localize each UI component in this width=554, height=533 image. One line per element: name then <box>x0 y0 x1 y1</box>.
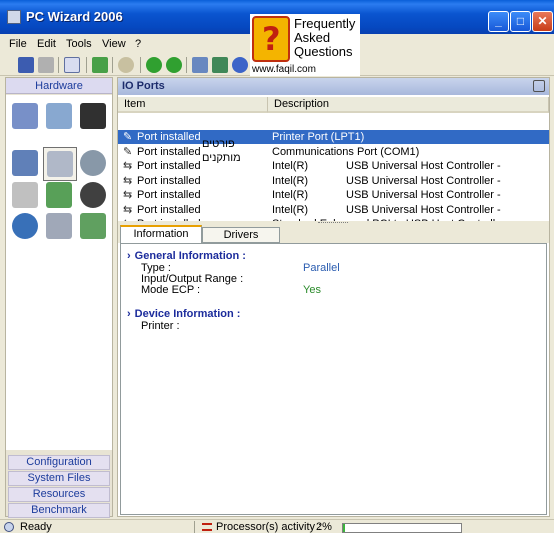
port-icon: ✎ <box>123 145 133 158</box>
row-description: Intel(R) <box>272 203 309 216</box>
column-header-description[interactable]: Description <box>268 97 549 113</box>
nav-system-files[interactable]: System Files <box>8 471 110 486</box>
cpu-activity-icon <box>202 523 212 531</box>
row-description: Intel(R) <box>272 189 309 201</box>
nav-benchmark[interactable]: Benchmark <box>8 503 110 518</box>
row-item: Port installed <box>137 203 201 216</box>
status-ready: Ready <box>20 521 52 533</box>
table-row[interactable]: ⇆ Port installed Intel(R) USB Universal Hos… <box>118 188 549 202</box>
faq-logo: ? Frequently Asked Questions www.faqil.c… <box>250 14 360 76</box>
menu-file[interactable]: File <box>9 38 27 50</box>
general-info-title[interactable]: General Information : <box>127 250 246 262</box>
audio-icon[interactable] <box>80 182 106 208</box>
tab-information[interactable]: Information <box>120 225 202 243</box>
status-icon <box>4 522 14 532</box>
table-row[interactable]: ✎ Port installed Printer Port (LPT1) <box>118 130 549 144</box>
maximize-button[interactable]: □ <box>510 11 531 32</box>
printer-label: Printer : <box>141 320 180 332</box>
table-row[interactable]: ⇆ Port installed Intel(R) USB Universal Hos… <box>118 203 549 217</box>
table-row[interactable]: ⇆ Port installed Intel(R) USB Universal Hos… <box>118 159 549 173</box>
forward-icon[interactable] <box>166 57 182 73</box>
copy-icon[interactable] <box>64 57 80 73</box>
row-description-detail: USB Universal Host Controller - <box>346 174 501 187</box>
information-panel: General Information : Type : Parallel In… <box>120 243 547 515</box>
tab-drivers[interactable]: Drivers <box>202 227 280 243</box>
nav-resources[interactable]: Resources <box>8 487 110 502</box>
port-icon: ⇆ <box>123 160 133 172</box>
row-item: Port installed <box>137 174 201 187</box>
faq-badge: ? <box>252 16 290 62</box>
cpu-activity-bar <box>342 523 462 533</box>
status-bar: Ready Processor(s) activity : 2% <box>0 519 554 533</box>
ports-list: Item Description ✎ Port installed Printer … <box>118 95 549 221</box>
hardware-icon-grid <box>6 95 112 450</box>
row-item: Port installed <box>137 145 201 158</box>
port-icon: ⇆ <box>123 189 133 201</box>
nav-configuration[interactable]: Configuration <box>8 455 110 470</box>
network-icon[interactable] <box>12 150 38 176</box>
row-item: Port installed <box>137 189 201 201</box>
faq-text: Frequently Asked Questions <box>294 16 356 59</box>
close-button[interactable]: ✕ <box>532 11 553 32</box>
board-icon[interactable] <box>212 57 228 73</box>
device-info-title[interactable]: Device Information : <box>127 308 241 320</box>
row-description-detail: USB Universal Host Controller - <box>346 203 501 216</box>
hardware-icon[interactable] <box>192 57 208 73</box>
row-item: Port installed <box>137 131 201 143</box>
menu-tools[interactable]: Tools <box>66 38 92 50</box>
port-icon: ⇆ <box>123 174 133 187</box>
cpu-activity-value: 2% <box>316 521 332 533</box>
left-panel: Hardware Configuration System Files Reso… <box>5 77 113 518</box>
faq-url: www.faqil.com <box>252 64 316 75</box>
type-value: Parallel <box>303 262 340 274</box>
cpu-activity-fill <box>343 524 346 532</box>
usb-icon[interactable] <box>46 213 72 239</box>
column-header-item[interactable]: Item <box>118 97 268 113</box>
row-description: Printer Port (LPT1) <box>272 131 365 143</box>
window-title: PC Wizard 2006 <box>26 9 123 24</box>
overlay-text-2: מותקנים <box>202 152 241 164</box>
mode-ecp-label: Mode ECP : <box>141 284 201 296</box>
minimize-button[interactable]: _ <box>488 11 509 32</box>
devices-icon[interactable] <box>46 182 72 208</box>
overlay-text-1: פורטים <box>202 138 235 150</box>
port-icon: ⇆ <box>123 203 133 216</box>
tab-bar: Information Drivers <box>118 225 549 243</box>
table-row[interactable]: ⇆ Port installed Intel(R) USB Universal Hos… <box>118 174 549 188</box>
pin-icon[interactable] <box>533 80 545 92</box>
internet-icon[interactable] <box>12 213 38 239</box>
chip-icon[interactable] <box>80 103 106 129</box>
row-item: Port installed <box>137 160 201 172</box>
drives-icon[interactable] <box>80 150 106 176</box>
hardware-header[interactable]: Hardware <box>6 78 112 94</box>
search-icon[interactable] <box>118 57 134 73</box>
app-icon <box>7 10 21 24</box>
print-icon[interactable] <box>38 57 54 73</box>
row-description: Intel(R) <box>272 160 309 172</box>
printer-icon[interactable] <box>12 182 38 208</box>
ports-icon[interactable] <box>47 151 73 177</box>
menu-edit[interactable]: Edit <box>37 38 56 50</box>
cpu-activity-label: Processor(s) activity : <box>216 521 322 533</box>
menu-view[interactable]: View <box>102 38 126 50</box>
row-description: Intel(R) <box>272 174 309 187</box>
mainboard-icon[interactable] <box>46 103 72 129</box>
right-panel: IO Ports Item Description ✎ Port installe… <box>117 77 550 517</box>
system-icon[interactable] <box>12 103 38 129</box>
tools-icon[interactable] <box>80 213 106 239</box>
row-description-detail: USB Universal Host Controller - <box>346 189 501 201</box>
refresh-icon[interactable] <box>92 57 108 73</box>
mode-ecp-value: Yes <box>303 284 321 296</box>
save-icon[interactable] <box>18 57 34 73</box>
port-icon: ✎ <box>123 131 133 143</box>
row-description-detail: USB Universal Host Controller - <box>346 160 501 172</box>
back-icon[interactable] <box>146 57 162 73</box>
help-icon[interactable] <box>232 57 248 73</box>
panel-title: IO Ports <box>118 78 549 95</box>
menu-help[interactable]: ? <box>135 38 141 50</box>
row-description: Communications Port (COM1) <box>272 145 420 158</box>
table-row[interactable]: ✎ Port installed Communications Port (COM1… <box>118 145 549 159</box>
